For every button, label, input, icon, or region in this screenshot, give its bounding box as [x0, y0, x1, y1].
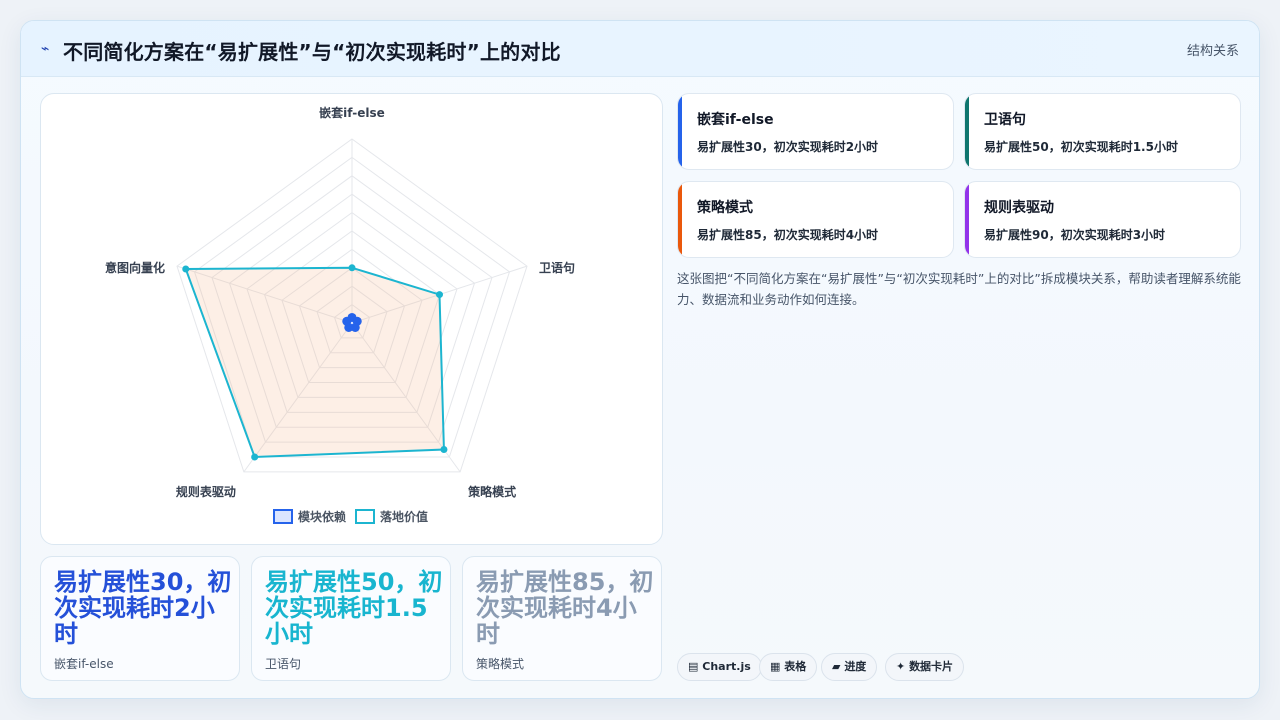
- chip-chartjs[interactable]: ▤ Chart.js: [677, 653, 762, 681]
- option-desc: 易扩展性50，初次实现耗时1.5小时: [984, 140, 1178, 154]
- series-area: [184, 266, 445, 459]
- stat-label: 卫语句: [265, 657, 302, 671]
- option-desc: 易扩展性90，初次实现耗时3小时: [984, 228, 1166, 242]
- data-point[interactable]: [348, 264, 356, 272]
- option-card-rule-table[interactable]: 规则表驱动 易扩展性90，初次实现耗时3小时: [964, 181, 1241, 258]
- chip-data-card[interactable]: ✦ 数据卡片: [885, 653, 965, 681]
- option-accent-bar: [965, 94, 969, 169]
- legend-label[interactable]: 落地价值: [380, 509, 428, 524]
- chip-progress[interactable]: ▰ 进度: [821, 653, 878, 681]
- radar-chart: 嵌套if-else 卫语句策略模式 规则表驱动 意图向量化模块依赖 落地价值: [105, 105, 575, 524]
- chip-label: 进度: [844, 660, 867, 673]
- option-name: 嵌套if-else: [697, 112, 774, 128]
- option-accent-bar: [678, 94, 682, 169]
- summary-text: 这张图把“不同简化方案在“易扩展性”与“初次实现耗时”上的对比”拆成模块关系，帮…: [677, 271, 1241, 307]
- legend-swatch[interactable]: [273, 509, 293, 524]
- axis-label: 规则表驱动: [176, 484, 236, 499]
- chip-table[interactable]: ▦ 表格: [759, 653, 818, 681]
- sparkle-icon: ⌁: [41, 41, 50, 57]
- chip-label: 数据卡片: [909, 660, 954, 673]
- option-desc: 易扩展性85，初次实现耗时4小时: [697, 228, 879, 242]
- stat-value: 易扩展性85，初次实现耗时4小时: [476, 568, 654, 648]
- option-name: 规则表驱动: [984, 200, 1054, 216]
- sparkle-icon: ✦: [896, 660, 906, 673]
- legend-swatch[interactable]: [355, 509, 375, 524]
- axis-label: 策略模式: [468, 484, 516, 499]
- header-tag: 结构关系: [1186, 44, 1239, 59]
- stat-card-1: 易扩展性30，初次实现耗时2小时 嵌套if-else: [40, 556, 240, 681]
- stat-card-2: 易扩展性50，初次实现耗时1.5小时 卫语句: [251, 556, 451, 681]
- legend-label[interactable]: 模块依赖: [298, 509, 346, 524]
- stat-value: 易扩展性30，初次实现耗时2小时: [54, 568, 232, 648]
- stat-card-3: 易扩展性85，初次实现耗时4小时 策略模式: [462, 556, 662, 681]
- radar-chart-card: 嵌套if-else 卫语句策略模式 规则表驱动 意图向量化模块依赖 落地价值: [40, 93, 663, 545]
- data-point[interactable]: [440, 446, 448, 454]
- chart-icon: ▤: [688, 660, 699, 673]
- page-title: 不同简化方案在“易扩展性”与“初次实现耗时”上的对比: [63, 40, 561, 64]
- option-name: 卫语句: [984, 112, 1026, 128]
- data-point[interactable]: [182, 265, 190, 273]
- option-card-guard-clause[interactable]: 卫语句 易扩展性50，初次实现耗时1.5小时: [964, 93, 1241, 170]
- chip-label: 表格: [784, 660, 807, 673]
- option-accent-bar: [965, 182, 969, 257]
- data-point[interactable]: [251, 453, 259, 461]
- table-icon: ▦: [770, 660, 781, 673]
- option-card-strategy[interactable]: 策略模式 易扩展性85，初次实现耗时4小时: [677, 181, 954, 258]
- header: ⌁ 不同简化方案在“易扩展性”与“初次实现耗时”上的对比 结构关系: [21, 21, 1259, 77]
- progress-icon: ▰: [832, 660, 841, 673]
- main-panel: ⌁ 不同简化方案在“易扩展性”与“初次实现耗时”上的对比 结构关系 嵌套if-e…: [20, 20, 1260, 699]
- data-point[interactable]: [435, 291, 443, 299]
- chip-label: Chart.js: [702, 660, 751, 673]
- stat-value: 易扩展性50，初次实现耗时1.5小时: [265, 568, 443, 648]
- axis-label: 嵌套if-else: [319, 105, 385, 120]
- option-card-nested-if[interactable]: 嵌套if-else 易扩展性30，初次实现耗时2小时: [677, 93, 954, 170]
- axis-label: 意图向量化: [105, 260, 165, 275]
- stat-label: 策略模式: [476, 657, 525, 671]
- stat-label: 嵌套if-else: [54, 657, 114, 671]
- data-point[interactable]: [342, 316, 352, 326]
- axis-label: 卫语句: [539, 260, 575, 275]
- option-accent-bar: [678, 182, 682, 257]
- option-name: 策略模式: [697, 200, 753, 216]
- option-desc: 易扩展性30，初次实现耗时2小时: [697, 140, 879, 154]
